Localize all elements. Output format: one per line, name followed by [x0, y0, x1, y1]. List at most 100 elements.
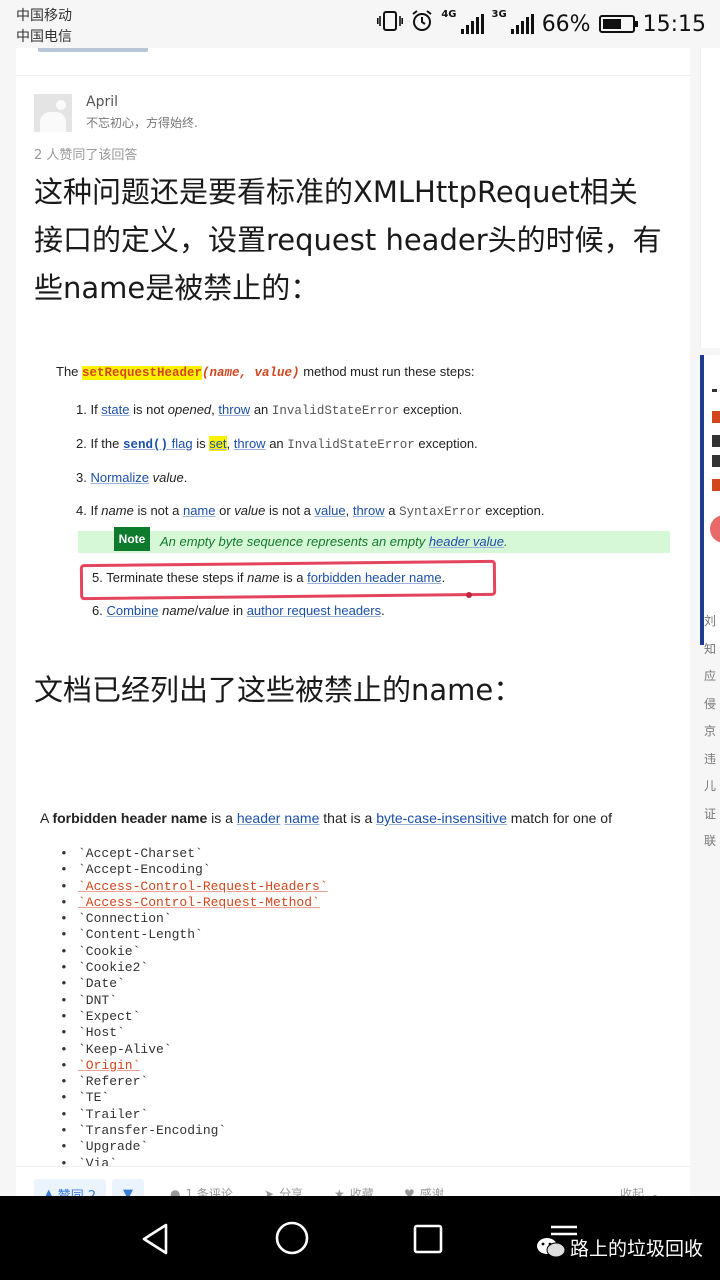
- red-annotation-dot: [466, 592, 472, 598]
- note-text: An empty byte sequence represents an emp…: [160, 534, 508, 549]
- link-flag[interactable]: flag: [168, 436, 193, 451]
- avatar[interactable]: [34, 94, 72, 132]
- forbidden-header-item: `Keep-Alive`: [60, 1041, 328, 1059]
- forbidden-header-name[interactable]: `Access-Control-Request-Method`: [78, 895, 320, 910]
- wechat-icon: [536, 1237, 566, 1259]
- sidebar-text-column: 刘知应侵京违儿证联: [704, 608, 720, 856]
- forbidden-header-name: `DNT`: [78, 992, 118, 1008]
- comments-button[interactable]: ● 1 条评论: [170, 1185, 233, 1197]
- forbidden-header-item: `Cookie2`: [60, 960, 328, 977]
- collect-button[interactable]: ★ 收藏: [334, 1185, 374, 1197]
- link-byte-case-insensitive[interactable]: byte-case-insensitive: [376, 810, 507, 826]
- link-state[interactable]: state: [101, 402, 129, 417]
- forbidden-header-name: `Host`: [78, 1025, 125, 1041]
- sidebar-ad-edge[interactable]: [700, 355, 720, 645]
- forbidden-header-item: `Referer`: [60, 1074, 328, 1091]
- forbidden-header-name: `Upgrade`: [78, 1139, 149, 1155]
- forbidden-header-name: `TE`: [78, 1090, 110, 1106]
- clock: 15:15: [642, 11, 706, 37]
- sidebar-peek-char: 儿: [704, 779, 717, 793]
- spec-step-6: 6. Combine name/value in author request …: [92, 603, 385, 618]
- link-name[interactable]: name: [183, 503, 216, 518]
- forbidden-header-item: `Date`: [60, 976, 328, 993]
- thanks-button[interactable]: ♥ 感谢: [404, 1185, 444, 1197]
- forbidden-header-name: `Referer`: [78, 1074, 149, 1090]
- chevron-up-icon: ︿: [649, 1187, 662, 1196]
- link-combine[interactable]: Combine: [106, 603, 158, 618]
- answer-paragraph-1: 这种问题还是要看标准的XMLHttpRequet相关 接口的定义，设置reque…: [34, 168, 662, 312]
- spec-intro: The setRequestHeader(name, value) method…: [56, 364, 475, 380]
- forbidden-header-item: `Transfer-Encoding`: [60, 1123, 328, 1140]
- forbidden-header-item: `Expect`: [60, 1008, 328, 1026]
- answer-paragraph-2: 文档已经列出了这些被禁止的name：: [34, 673, 523, 707]
- forbidden-header-item: `Connection`: [60, 911, 328, 928]
- home-icon[interactable]: [274, 1220, 310, 1260]
- forbidden-header-name: `Date`: [78, 976, 125, 992]
- paragraph-line: 接口的定义，设置request header头的时候，有: [34, 223, 662, 257]
- sidebar-peek-char: 应: [704, 669, 717, 683]
- signal-icon-2: [510, 14, 534, 34]
- forbidden-header-name[interactable]: `Origin`: [78, 1058, 140, 1073]
- forbidden-header-item: `DNT`: [60, 992, 328, 1010]
- link-throw[interactable]: throw: [234, 436, 266, 451]
- sidebar-peek-char: 证: [704, 806, 717, 821]
- forbidden-header-name: `Content-Length`: [78, 927, 203, 943]
- upvote-button[interactable]: ▲ 赞同 2: [34, 1179, 106, 1196]
- forbidden-header-item: `Trailer`: [60, 1106, 328, 1124]
- forbidden-header-item: `Content-Length`: [60, 927, 328, 944]
- star-icon: ★: [334, 1186, 345, 1197]
- link-throw[interactable]: throw: [353, 503, 385, 518]
- forbidden-header-item: `TE`: [60, 1090, 328, 1107]
- red-annotation-box: [79, 559, 497, 601]
- forbidden-header-name: `Connection`: [78, 911, 172, 927]
- forbidden-header-name: `Expect`: [78, 1008, 141, 1024]
- forbidden-names-screenshot: A forbidden header name is a header name…: [34, 798, 684, 1188]
- forbidden-header-item: `Cookie`: [60, 944, 328, 961]
- sidebar-peek: 刘知应侵京违儿证联: [700, 48, 720, 1196]
- network-type-2: 3G: [491, 9, 507, 20]
- author-name[interactable]: April: [86, 94, 118, 110]
- paragraph-line: 些name是被禁止的：: [34, 271, 320, 305]
- spec-step-4: 4. If name is not a name or value is not…: [76, 503, 545, 519]
- share-button[interactable]: ➤ 分享: [264, 1185, 303, 1197]
- share-icon: ➤: [264, 1186, 275, 1197]
- link-header[interactable]: header: [237, 810, 281, 826]
- link-author-request-headers[interactable]: author request headers: [247, 603, 381, 618]
- author-bio: 不忘初心，方得始终.: [86, 116, 198, 130]
- link-normalize[interactable]: Normalize: [90, 470, 149, 485]
- link-send[interactable]: send(): [123, 438, 168, 452]
- recent-apps-icon[interactable]: [412, 1223, 444, 1259]
- back-icon[interactable]: [140, 1222, 172, 1260]
- forbidden-header-name: `Cookie2`: [78, 960, 149, 976]
- forbidden-header-item: `Accept-Charset`: [60, 846, 328, 863]
- method-name: setRequestHeader: [82, 366, 203, 380]
- paragraph-line: 这种问题还是要看标准的XMLHttpRequet相关: [34, 175, 638, 209]
- sidebar-peek-char: 刘: [704, 614, 717, 628]
- watermark-text: 路上的垃圾回收: [570, 1238, 704, 1260]
- forbidden-header-name[interactable]: `Access-Control-Request-Headers`: [78, 879, 328, 894]
- link-set[interactable]: set: [209, 436, 227, 451]
- downvote-button[interactable]: ▼: [112, 1179, 144, 1196]
- upvote-arrow-icon: ▲: [43, 1186, 54, 1197]
- forbidden-header-item: `Origin`: [60, 1058, 328, 1075]
- forbidden-header-name: `Trailer`: [78, 1106, 149, 1122]
- votes-note: 2 人赞同了该回答: [34, 148, 138, 163]
- battery-percent: 66%: [541, 11, 591, 37]
- link-header-value[interactable]: header value: [429, 534, 504, 549]
- link-name[interactable]: name: [284, 810, 319, 826]
- spec-step-1: 1. If state is not opened, throw an Inva…: [76, 402, 463, 418]
- forbidden-header-name: `Accept-Encoding`: [78, 862, 211, 878]
- link-value[interactable]: value: [315, 503, 346, 518]
- sidebar-peek-char: 违: [704, 751, 717, 766]
- forbidden-header-name: `Accept-Charset`: [78, 846, 203, 861]
- vibrate-icon: [377, 10, 404, 38]
- network-type-1: 4G: [441, 9, 457, 20]
- sidebar-peek-char: 知: [704, 641, 717, 656]
- forbidden-header-name: `Keep-Alive`: [78, 1041, 172, 1057]
- link-throw[interactable]: throw: [218, 402, 250, 417]
- collapse-button[interactable]: 收起 ︿: [620, 1185, 661, 1196]
- forbidden-header-item: `Host`: [60, 1025, 328, 1042]
- forbidden-header-item: `Access-Control-Request-Method`: [60, 895, 328, 912]
- wechat-watermark: 路上的垃圾回收: [536, 1234, 703, 1261]
- comment-icon: ●: [170, 1186, 181, 1197]
